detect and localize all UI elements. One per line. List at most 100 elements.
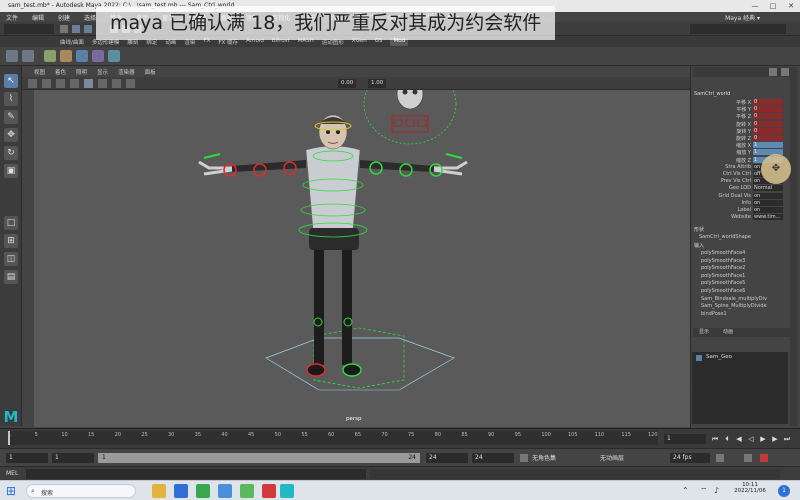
tab-anim[interactable]: 动画: [723, 328, 733, 337]
viewport-menu-item[interactable]: 面板: [145, 68, 156, 76]
channel-value[interactable]: on: [753, 199, 783, 206]
open-scene-icon[interactable]: [72, 25, 80, 33]
play-forward-icon[interactable]: ▶: [758, 434, 768, 444]
network-icon[interactable]: ⌔: [700, 486, 710, 496]
camera-icon[interactable]: [28, 79, 37, 88]
character-set-icon[interactable]: [520, 454, 528, 462]
fps-dropdown[interactable]: 24 fps: [670, 453, 710, 463]
channel-box-icon[interactable]: [769, 68, 777, 76]
step-back-icon[interactable]: ⏴: [722, 434, 732, 444]
input-node[interactable]: Sam_Spine_MultiplyDivide: [701, 303, 767, 309]
viewport-menu-item[interactable]: 显示: [97, 68, 108, 76]
channel-row[interactable]: 平移 Z0: [691, 113, 787, 120]
command-input[interactable]: [26, 469, 366, 479]
shape-node[interactable]: SamCtrl_worldShape: [699, 234, 751, 240]
channel-value[interactable]: 0: [753, 99, 783, 105]
windows-start-icon[interactable]: ⊞: [6, 485, 18, 497]
texture-icon[interactable]: [98, 79, 107, 88]
sign-in-field[interactable]: [690, 24, 786, 34]
close-button[interactable]: ✕: [782, 0, 800, 12]
input-node[interactable]: polySmoothFace4: [701, 250, 745, 256]
viewport-persp[interactable]: persp: [34, 90, 690, 427]
viewport-menu-item[interactable]: 照明: [76, 68, 87, 76]
shelf-tab[interactable]: 曲线/曲面: [60, 38, 84, 46]
four-layout-icon[interactable]: ⊞: [4, 234, 18, 248]
layer-visibility-icon[interactable]: [696, 355, 702, 361]
input-node[interactable]: Sam_Bindsale_multiplyDiv: [701, 296, 767, 302]
input-node[interactable]: polySmoothFace3: [701, 258, 745, 264]
wps-icon[interactable]: [262, 484, 276, 498]
two-layout-icon[interactable]: ◫: [4, 252, 18, 266]
edge-browser-icon[interactable]: [174, 484, 188, 498]
minimize-button[interactable]: —: [746, 0, 764, 12]
shadows-icon[interactable]: [126, 79, 135, 88]
go-start-icon[interactable]: ⏮: [710, 434, 720, 444]
channel-row[interactable]: Info on: [691, 199, 787, 207]
gamma-field[interactable]: 1.00: [368, 79, 387, 88]
shelf-tool-1-icon[interactable]: [44, 50, 56, 62]
app-icon-2[interactable]: [218, 484, 232, 498]
app-icon-1[interactable]: [196, 484, 210, 498]
rotate-tool-icon[interactable]: ↻: [4, 146, 18, 160]
smooth-shade-icon[interactable]: [84, 79, 93, 88]
channel-value[interactable]: 0: [753, 120, 783, 127]
maya-taskbar-icon[interactable]: [280, 484, 294, 498]
menu-item[interactable]: 创建: [58, 13, 70, 22]
loop-icon[interactable]: [716, 454, 724, 462]
notification-badge[interactable]: 1: [778, 485, 790, 497]
channel-value[interactable]: 0: [753, 113, 783, 120]
input-node[interactable]: polySmoothFace6: [701, 288, 745, 294]
tab-display[interactable]: 显示: [699, 328, 709, 337]
scale-tool-icon[interactable]: ▣: [4, 164, 18, 178]
input-node[interactable]: bindPose1: [701, 311, 727, 317]
auto-key-icon[interactable]: [744, 454, 752, 462]
persp-graph-layout-icon[interactable]: ▤: [4, 270, 18, 284]
channel-value[interactable]: on: [753, 207, 783, 213]
taskbar-clock[interactable]: 10:11 2022/11/06: [730, 482, 770, 494]
next-key-icon[interactable]: ▶: [770, 434, 780, 444]
channel-value[interactable]: www.tim...: [753, 214, 783, 221]
maximize-button[interactable]: □: [764, 0, 782, 12]
viewport-menu-item[interactable]: 渲染器: [118, 68, 135, 76]
wireframe-icon[interactable]: [70, 79, 79, 88]
channel-value[interactable]: 0: [753, 106, 783, 113]
select-tool-icon[interactable]: ↖: [4, 74, 18, 88]
play-back-icon[interactable]: ◁: [746, 434, 756, 444]
file-explorer-icon[interactable]: [152, 484, 166, 498]
menu-item[interactable]: 选择: [84, 13, 96, 22]
start-frame-field[interactable]: 1: [6, 453, 48, 463]
move-tool-icon[interactable]: ✥: [4, 128, 18, 142]
channel-row[interactable]: Geo LOD Normal: [691, 185, 787, 192]
attribute-editor-icon[interactable]: [781, 68, 789, 76]
taskbar-search[interactable]: ⌕ 搜索: [26, 484, 136, 498]
volume-icon[interactable]: ♪: [714, 486, 724, 496]
layer-item[interactable]: Sam_Geo: [706, 354, 732, 360]
shelf-tool-5-icon[interactable]: [108, 50, 120, 62]
save-scene-icon[interactable]: [84, 25, 92, 33]
channel-row[interactable]: Website www.tim...: [691, 214, 787, 221]
anim-end-field[interactable]: 24: [472, 453, 514, 463]
viewport-menu-item[interactable]: 着色: [55, 68, 66, 76]
exposure-field[interactable]: 0.00: [338, 79, 357, 88]
channel-row[interactable]: Label on: [691, 207, 787, 214]
channel-value[interactable]: 0: [753, 127, 783, 134]
character-set-dropdown[interactable]: 无角色集: [532, 453, 556, 462]
paint-select-icon[interactable]: ✎: [4, 110, 18, 124]
menu-set-dropdown[interactable]: [4, 24, 54, 34]
single-layout-icon[interactable]: □: [4, 216, 18, 230]
menu-item[interactable]: 文件: [6, 13, 18, 22]
channel-row[interactable]: 平移 X0: [691, 99, 787, 106]
go-end-icon[interactable]: ⏭: [782, 434, 792, 444]
shelf-menu-icon[interactable]: [22, 50, 34, 62]
channel-row[interactable]: 旋转 Z0: [691, 135, 787, 142]
command-language-label[interactable]: MEL: [6, 470, 18, 477]
channel-value[interactable]: 0: [753, 135, 783, 141]
grid-toggle-icon[interactable]: [56, 79, 65, 88]
time-slider[interactable]: 1 5 10 15 20 25 30 35 40 45 50 55 60 65 70 75 80 85 90 95 10…: [0, 428, 800, 448]
range-slider-bar[interactable]: 1 24: [98, 453, 420, 463]
lock-camera-icon[interactable]: [42, 79, 51, 88]
channel-value[interactable]: Normal: [753, 185, 783, 192]
shelf-tool-2-icon[interactable]: [60, 50, 72, 62]
shelf-tool-4-icon[interactable]: [92, 50, 104, 62]
shelf-settings-icon[interactable]: [6, 50, 18, 62]
